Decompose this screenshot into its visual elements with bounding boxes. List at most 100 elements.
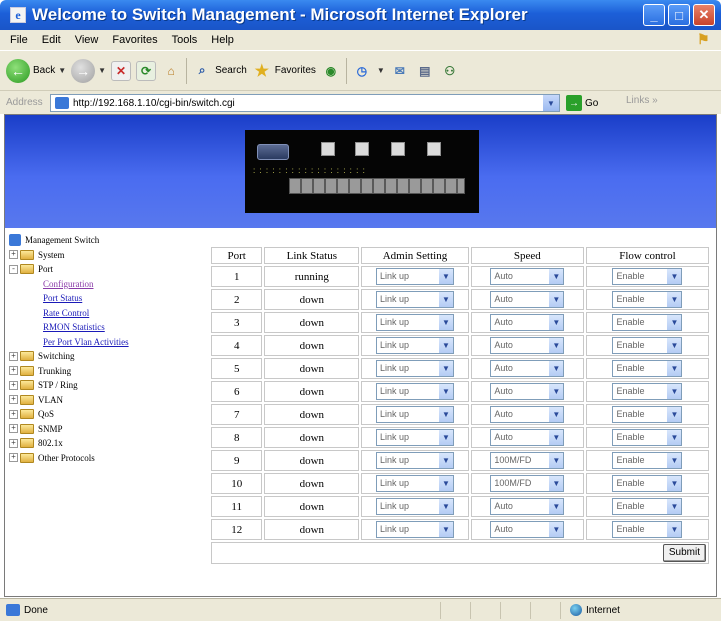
chevron-down-icon: ▼ bbox=[438, 315, 453, 330]
menu-file[interactable]: File bbox=[10, 34, 28, 46]
expand-icon[interactable]: + bbox=[9, 453, 18, 463]
favorites-button[interactable]: ★ Favorites bbox=[252, 57, 316, 85]
flow-control-value: Enable bbox=[616, 478, 645, 488]
speed-select[interactable]: Auto ▼ bbox=[490, 383, 565, 400]
admin-setting-select[interactable]: Link up ▼ bbox=[375, 521, 454, 538]
speed-select[interactable]: Auto ▼ bbox=[490, 498, 565, 515]
home-icon[interactable]: ⌂ bbox=[161, 61, 181, 81]
speed-select[interactable]: Auto ▼ bbox=[490, 268, 565, 285]
expand-icon[interactable]: + bbox=[9, 409, 18, 419]
expand-icon[interactable]: + bbox=[9, 395, 18, 405]
admin-setting-select[interactable]: Link up ▼ bbox=[375, 383, 454, 400]
admin-setting-select[interactable]: Link up ▼ bbox=[375, 268, 454, 285]
menu-tools[interactable]: Tools bbox=[172, 34, 198, 46]
flow-control-select[interactable]: Enable ▼ bbox=[612, 429, 683, 446]
tree-item-trunking[interactable]: + Trunking bbox=[9, 364, 194, 379]
flow-control-select[interactable]: Enable ▼ bbox=[612, 268, 683, 285]
mail-icon[interactable]: ✉ bbox=[390, 61, 410, 81]
forward-button[interactable]: → ▼ bbox=[71, 57, 106, 85]
tree-item-system[interactable]: + System bbox=[9, 248, 194, 263]
chevron-down-icon: ▼ bbox=[667, 453, 682, 468]
expand-icon[interactable]: + bbox=[9, 380, 18, 390]
speed-select[interactable]: Auto ▼ bbox=[490, 521, 565, 538]
tree-item-port[interactable]: - Port bbox=[9, 262, 194, 277]
flow-control-value: Enable bbox=[616, 524, 645, 534]
tree-root-label: Management Switch bbox=[25, 235, 100, 246]
tree-root[interactable]: Management Switch bbox=[9, 233, 194, 248]
tree-link-rate-control[interactable]: Rate Control bbox=[9, 306, 194, 321]
flow-control-select[interactable]: Enable ▼ bbox=[612, 406, 683, 423]
flow-control-select[interactable]: Enable ▼ bbox=[612, 291, 683, 308]
back-button[interactable]: ← Back ▼ bbox=[6, 57, 66, 85]
tree-item-snmp[interactable]: + SNMP bbox=[9, 422, 194, 437]
refresh-icon[interactable]: ⟳ bbox=[136, 60, 157, 81]
speed-select[interactable]: Auto ▼ bbox=[490, 337, 565, 354]
chevron-down-icon: ▼ bbox=[438, 292, 453, 307]
expand-icon[interactable]: + bbox=[9, 351, 18, 361]
speed-select[interactable]: Auto ▼ bbox=[490, 360, 565, 377]
speed-select[interactable]: Auto ▼ bbox=[490, 429, 565, 446]
address-input[interactable]: http://192.168.1.10/cgi-bin/switch.cgi ▼ bbox=[50, 94, 560, 112]
links-button[interactable]: Links » bbox=[626, 95, 658, 106]
admin-setting-select[interactable]: Link up ▼ bbox=[375, 291, 454, 308]
admin-setting-select[interactable]: Link up ▼ bbox=[375, 475, 454, 492]
stop-icon[interactable]: ✕ bbox=[111, 60, 132, 81]
expand-icon[interactable]: + bbox=[9, 424, 18, 434]
admin-setting-select[interactable]: Link up ▼ bbox=[375, 360, 454, 377]
admin-setting-value: Link up bbox=[379, 363, 409, 373]
admin-setting-select[interactable]: Link up ▼ bbox=[375, 452, 454, 469]
close-button[interactable]: ✕ bbox=[693, 4, 715, 26]
tree-link-port-status[interactable]: Port Status bbox=[9, 291, 194, 306]
menu-view[interactable]: View bbox=[75, 34, 99, 46]
print-icon[interactable]: ▤ bbox=[415, 61, 435, 81]
admin-setting-select[interactable]: Link up ▼ bbox=[375, 429, 454, 446]
flow-control-select[interactable]: Enable ▼ bbox=[612, 383, 683, 400]
speed-select[interactable]: 100M/FD ▼ bbox=[490, 452, 565, 469]
menu-favorites[interactable]: Favorites bbox=[112, 34, 157, 46]
tree-item-qos[interactable]: + QoS bbox=[9, 407, 194, 422]
admin-setting-select[interactable]: Link up ▼ bbox=[375, 314, 454, 331]
tree-item-label: Trunking bbox=[38, 365, 72, 376]
flow-control-select[interactable]: Enable ▼ bbox=[612, 360, 683, 377]
history-icon[interactable]: ◷ bbox=[352, 61, 372, 81]
flow-control-select[interactable]: Enable ▼ bbox=[612, 521, 683, 538]
expand-icon[interactable]: + bbox=[9, 366, 18, 376]
tree-link-rmon-statistics[interactable]: RMON Statistics bbox=[9, 320, 194, 335]
tree-item-other-protocols[interactable]: + Other Protocols bbox=[9, 451, 194, 466]
admin-setting-select[interactable]: Link up ▼ bbox=[375, 406, 454, 423]
admin-setting-cell: Link up ▼ bbox=[361, 519, 469, 540]
flow-control-select[interactable]: Enable ▼ bbox=[612, 498, 683, 515]
speed-select[interactable]: Auto ▼ bbox=[490, 406, 565, 423]
speed-select[interactable]: 100M/FD ▼ bbox=[490, 475, 565, 492]
minimize-button[interactable]: _ bbox=[643, 4, 665, 26]
search-button[interactable]: ⌕ Search bbox=[192, 57, 247, 85]
go-button[interactable]: → Go bbox=[566, 94, 598, 112]
flow-control-select[interactable]: Enable ▼ bbox=[612, 314, 683, 331]
speed-select[interactable]: Auto ▼ bbox=[490, 291, 565, 308]
media-icon[interactable]: ◉ bbox=[321, 61, 341, 81]
tree-link-per-port-vlan[interactable]: Per Port Vlan Activities bbox=[9, 335, 194, 350]
speed-select[interactable]: Auto ▼ bbox=[490, 314, 565, 331]
tree-item-vlan[interactable]: + VLAN bbox=[9, 393, 194, 408]
menu-help[interactable]: Help bbox=[211, 34, 234, 46]
menu-edit[interactable]: Edit bbox=[42, 34, 61, 46]
tree-link-configuration[interactable]: Configuration bbox=[9, 277, 194, 292]
messenger-icon[interactable]: ⚇ bbox=[440, 61, 460, 81]
expand-icon[interactable]: + bbox=[9, 250, 18, 260]
flow-control-select[interactable]: Enable ▼ bbox=[612, 452, 683, 469]
table-row: 7 down Link up ▼ Auto ▼ Enable ▼ bbox=[211, 404, 709, 425]
window-title: Welcome to Switch Management - Microsoft… bbox=[32, 5, 528, 24]
admin-setting-select[interactable]: Link up ▼ bbox=[375, 498, 454, 515]
flow-control-select[interactable]: Enable ▼ bbox=[612, 337, 683, 354]
tree-item-stp-ring[interactable]: + STP / Ring bbox=[9, 378, 194, 393]
flow-control-select[interactable]: Enable ▼ bbox=[612, 475, 683, 492]
chevron-down-icon[interactable]: ▼ bbox=[543, 95, 559, 111]
tree-item-8021x[interactable]: + 802.1x bbox=[9, 436, 194, 451]
chevron-down-icon[interactable]: ▼ bbox=[377, 66, 385, 75]
tree-item-switching[interactable]: + Switching bbox=[9, 349, 194, 364]
submit-button[interactable]: Submit bbox=[662, 544, 706, 562]
maximize-button[interactable]: □ bbox=[668, 4, 690, 26]
expand-icon[interactable]: + bbox=[9, 438, 18, 448]
collapse-icon[interactable]: - bbox=[9, 264, 18, 274]
admin-setting-select[interactable]: Link up ▼ bbox=[375, 337, 454, 354]
